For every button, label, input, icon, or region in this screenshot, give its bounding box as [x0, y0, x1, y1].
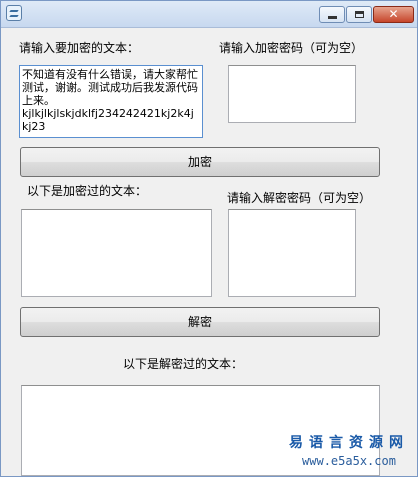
site-watermark: 易语言资源网 www.e5a5x.com	[289, 432, 409, 468]
encrypted-text-label: 以下是加密过的文本：	[27, 184, 148, 198]
encrypt-password-field[interactable]	[228, 65, 356, 123]
minimize-icon	[328, 16, 337, 19]
title-bar[interactable]: ✕	[1, 1, 417, 28]
decrypted-text-label: 以下是解密过的文本：	[123, 357, 244, 371]
app-window: ✕ 请输入要加密的文本： 不知道有没有什么错误，请大家帮忙测试，谢谢。测试成功后…	[0, 0, 418, 477]
encrypt-input-label: 请输入要加密的文本：	[19, 41, 140, 55]
decrypt-button[interactable]: 解密	[20, 307, 380, 337]
app-icon	[6, 5, 22, 21]
encrypt-button[interactable]: 加密	[20, 147, 380, 177]
encrypt-password-label: 请输入加密密码（可为空）	[219, 41, 364, 55]
watermark-url: www.e5a5x.com	[302, 454, 396, 468]
maximize-button[interactable]	[346, 6, 372, 23]
maximize-icon	[355, 11, 364, 18]
encrypt-input-textarea[interactable]: 不知道有没有什么错误，请大家帮忙测试，谢谢。测试成功后我发源代码上来。 kjlk…	[19, 65, 203, 138]
decrypt-password-field[interactable]	[228, 209, 356, 297]
close-button[interactable]: ✕	[373, 6, 414, 23]
decrypt-password-label: 请输入解密密码（可为空）	[227, 191, 372, 205]
encrypted-text-area[interactable]	[21, 209, 212, 297]
close-icon: ✕	[388, 7, 399, 21]
watermark-site-name: 易语言资源网	[289, 435, 409, 451]
minimize-button[interactable]	[319, 6, 345, 23]
